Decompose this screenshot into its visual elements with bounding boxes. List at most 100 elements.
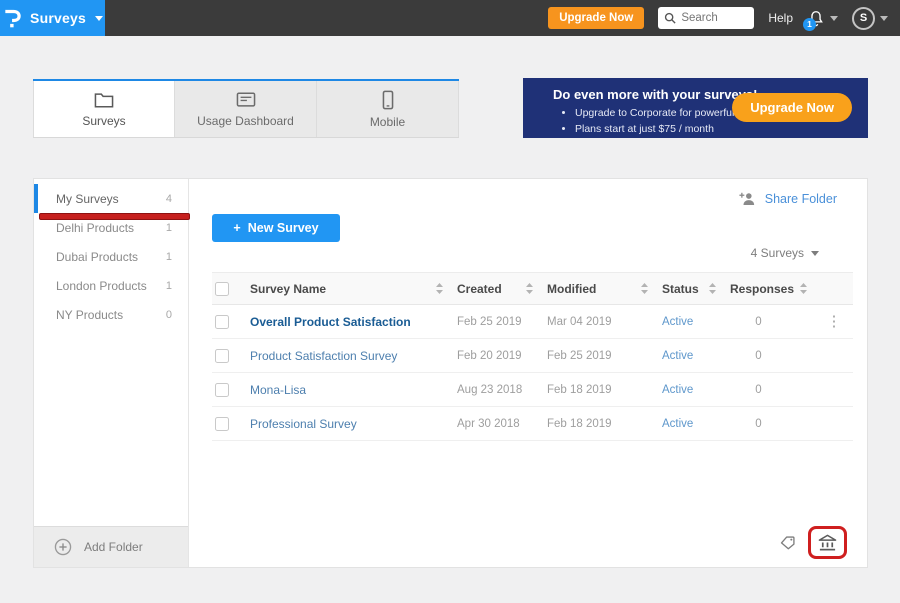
folder-icon bbox=[94, 92, 114, 108]
sort-icon bbox=[436, 283, 443, 294]
share-folder-label: Share Folder bbox=[764, 191, 837, 206]
tag-icon bbox=[780, 536, 795, 550]
bottom-tools bbox=[779, 526, 847, 559]
main-tabs: Surveys Usage Dashboard Mobile bbox=[33, 79, 459, 138]
chevron-down-icon bbox=[880, 15, 888, 21]
survey-name-link[interactable]: Product Satisfaction Survey bbox=[250, 349, 457, 363]
created-date: Aug 23 2018 bbox=[457, 383, 523, 396]
promo-bullet: Plans start at just $75 / month bbox=[575, 121, 868, 137]
proprofs-logo-icon bbox=[5, 9, 21, 28]
select-all-checkbox[interactable] bbox=[215, 281, 229, 296]
table-row: Mona-Lisa Aug 23 2018 Feb 18 2019 Active… bbox=[212, 373, 853, 407]
sort-icon bbox=[526, 283, 533, 294]
account-menu[interactable]: S bbox=[852, 6, 888, 30]
modified-date: Mar 04 2019 bbox=[547, 315, 612, 328]
folder-count: 1 bbox=[165, 250, 172, 263]
share-folder-button[interactable]: Share Folder bbox=[739, 191, 837, 206]
row-checkbox[interactable] bbox=[215, 348, 229, 363]
surveys-count-label: 4 Surveys bbox=[750, 246, 804, 260]
upgrade-now-button[interactable]: Upgrade Now bbox=[548, 7, 645, 29]
product-switcher[interactable]: Surveys bbox=[0, 0, 105, 36]
row-checkbox[interactable] bbox=[215, 416, 229, 431]
status-badge[interactable]: Active bbox=[662, 350, 730, 362]
plus-icon: + bbox=[233, 221, 241, 235]
avatar: S bbox=[852, 6, 875, 30]
survey-name-link[interactable]: Professional Survey bbox=[250, 417, 457, 431]
folder-count: 0 bbox=[165, 308, 172, 321]
tab-usage-dashboard[interactable]: Usage Dashboard bbox=[175, 81, 317, 137]
surveys-table: Survey Name Created Modified Status Resp… bbox=[212, 272, 853, 441]
archive-bank-icon bbox=[818, 534, 837, 551]
sort-icon bbox=[800, 283, 808, 294]
sidebar-item-dubai-products[interactable]: Dubai Products 1 bbox=[34, 242, 188, 271]
archive-button[interactable] bbox=[817, 533, 838, 552]
search-icon bbox=[665, 12, 676, 24]
kebab-menu-icon[interactable]: ⋮ bbox=[815, 314, 853, 329]
table-row: Overall Product Satisfaction Feb 25 2019… bbox=[212, 305, 853, 339]
created-date: Feb 25 2019 bbox=[457, 315, 522, 328]
folder-name: NY Products bbox=[56, 307, 124, 322]
surveys-count-dropdown[interactable]: 4 Surveys bbox=[751, 246, 819, 260]
folder-name: My Surveys bbox=[56, 191, 119, 206]
row-checkbox[interactable] bbox=[215, 314, 229, 329]
help-link[interactable]: Help bbox=[768, 11, 793, 25]
tab-surveys[interactable]: Surveys bbox=[33, 81, 175, 137]
tags-button[interactable] bbox=[779, 535, 796, 550]
tab-mobile[interactable]: Mobile bbox=[317, 81, 459, 137]
modified-date: Feb 25 2019 bbox=[547, 349, 612, 362]
tab-label: Mobile bbox=[369, 114, 406, 129]
survey-list-content: Share Folder + New Survey 4 Surveys Surv… bbox=[189, 179, 867, 567]
column-header-responses[interactable]: Responses bbox=[730, 282, 815, 296]
search-input[interactable] bbox=[681, 12, 746, 24]
mobile-icon bbox=[382, 90, 393, 109]
sidebar-item-ny-products[interactable]: NY Products 0 bbox=[34, 300, 188, 329]
notification-badge: 1 bbox=[803, 17, 816, 31]
folder-count: 1 bbox=[165, 221, 172, 234]
column-header-status[interactable]: Status bbox=[662, 282, 730, 296]
table-row: Product Satisfaction Survey Feb 20 2019 … bbox=[212, 339, 853, 373]
top-bar: Surveys Upgrade Now Help 1 S bbox=[0, 0, 900, 36]
sidebar-item-london-products[interactable]: London Products 1 bbox=[34, 271, 188, 300]
status-badge[interactable]: Active bbox=[662, 418, 730, 430]
modified-date: Feb 18 2019 bbox=[547, 383, 612, 396]
survey-name-link[interactable]: Overall Product Satisfaction bbox=[250, 315, 457, 329]
responses-count: 0 bbox=[755, 383, 762, 396]
folders-sidebar: My Surveys 4 Delhi Products 1 Dubai Prod… bbox=[34, 179, 190, 567]
sort-icon bbox=[641, 283, 648, 294]
responses-count: 0 bbox=[755, 315, 762, 328]
responses-count: 0 bbox=[755, 417, 762, 430]
search-box[interactable] bbox=[658, 7, 755, 29]
upgrade-promo-banner: Do even more with your surveys! Upgrade … bbox=[523, 78, 868, 138]
column-header-survey-name[interactable]: Survey Name bbox=[250, 282, 457, 296]
chevron-down-icon bbox=[94, 15, 103, 21]
annotation-red-box bbox=[808, 526, 847, 559]
responses-count: 0 bbox=[755, 349, 762, 362]
column-header-created[interactable]: Created bbox=[457, 282, 547, 296]
created-date: Apr 30 2018 bbox=[457, 417, 520, 430]
sort-icon bbox=[709, 283, 716, 294]
status-badge[interactable]: Active bbox=[662, 316, 730, 328]
product-name: Surveys bbox=[30, 10, 86, 26]
notifications-button[interactable]: 1 bbox=[803, 9, 838, 31]
table-row: Professional Survey Apr 30 2018 Feb 18 2… bbox=[212, 407, 853, 441]
new-survey-label: New Survey bbox=[247, 221, 319, 235]
tab-label: Surveys bbox=[82, 113, 126, 128]
folder-name: Dubai Products bbox=[56, 249, 139, 264]
survey-name-link[interactable]: Mona-Lisa bbox=[250, 383, 457, 397]
upgrade-now-cta-button[interactable]: Upgrade Now bbox=[732, 93, 852, 122]
sidebar-item-my-surveys[interactable]: My Surveys 4 bbox=[34, 184, 190, 220]
new-survey-button[interactable]: + New Survey bbox=[212, 214, 340, 242]
chevron-down-icon bbox=[811, 250, 819, 256]
chevron-down-icon bbox=[830, 15, 838, 21]
plus-circle-icon bbox=[54, 538, 72, 556]
status-badge[interactable]: Active bbox=[662, 384, 730, 396]
column-header-modified[interactable]: Modified bbox=[547, 282, 662, 296]
surveys-panel: My Surveys 4 Delhi Products 1 Dubai Prod… bbox=[33, 178, 868, 568]
folder-name: Delhi Products bbox=[56, 220, 135, 235]
folder-name: London Products bbox=[56, 278, 147, 293]
add-folder-button[interactable]: Add Folder bbox=[34, 526, 188, 567]
person-add-icon bbox=[739, 192, 754, 206]
row-checkbox[interactable] bbox=[215, 382, 229, 397]
annotation-red-underline bbox=[39, 213, 190, 220]
modified-date: Feb 18 2019 bbox=[547, 417, 612, 430]
